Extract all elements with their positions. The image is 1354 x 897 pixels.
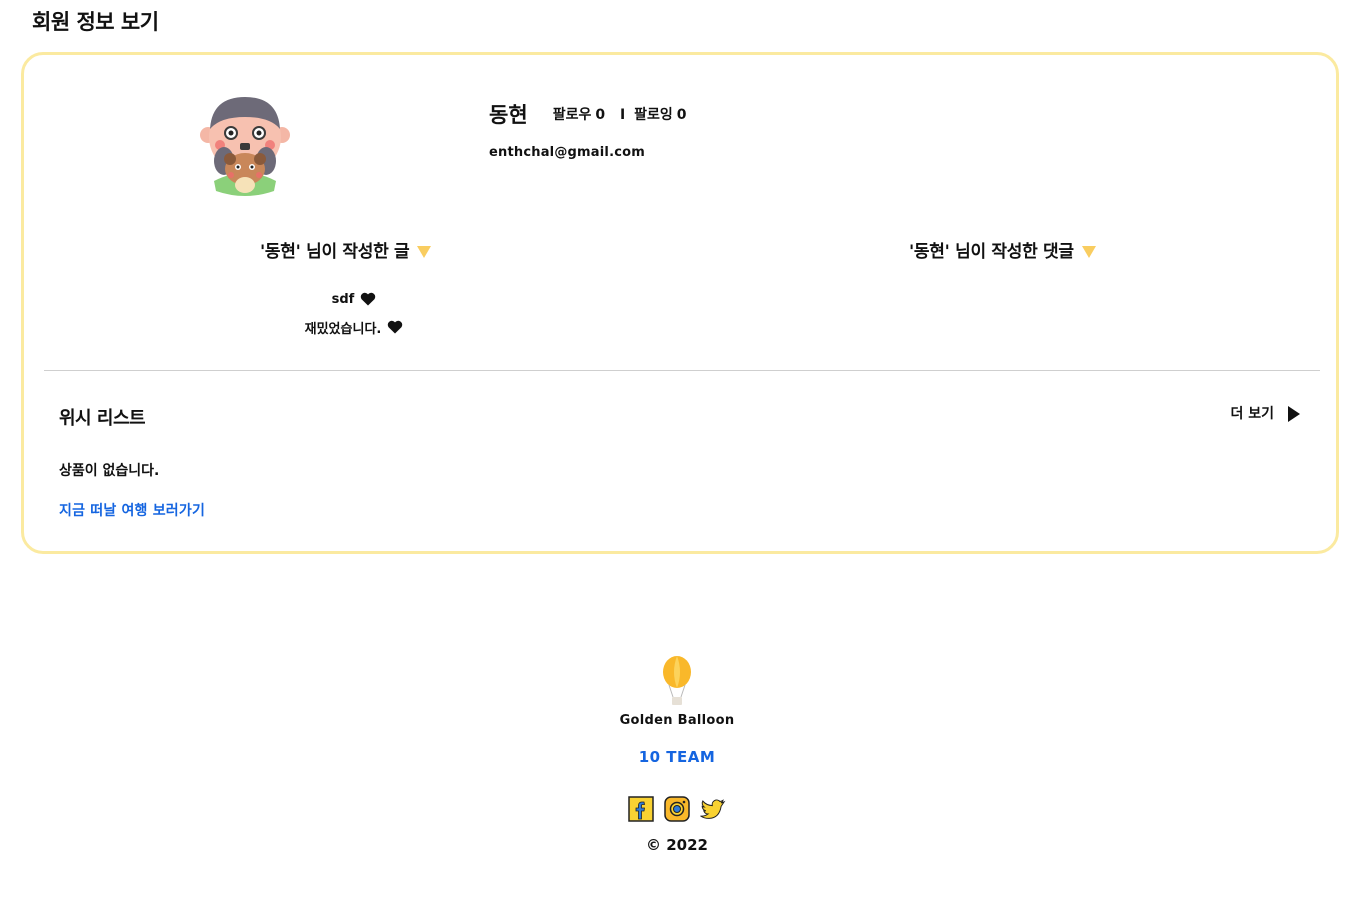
dropdown-triangle-icon[interactable] (417, 245, 432, 258)
following-count[interactable]: 0 (677, 107, 687, 123)
more-label[interactable]: 더 보기 (1230, 403, 1274, 423)
avatar (200, 97, 290, 196)
follow-stats: 팔로우 0 I 팔로잉 0 (553, 104, 691, 124)
play-arrow-icon[interactable] (1288, 406, 1300, 422)
facebook-icon[interactable] (628, 796, 654, 822)
profile-info: 동현 팔로우 0 I 팔로잉 0 enthchal@gmail.com (489, 99, 690, 160)
post-title[interactable]: sdf (332, 292, 355, 307)
heart-icon (388, 320, 403, 334)
wishlist-title: 위시 리스트 (59, 408, 146, 429)
page-title: 회원 정보 보기 (32, 10, 159, 34)
heart-icon (361, 292, 376, 306)
post-list: sdf 재밌었습니다. (204, 285, 504, 341)
section-divider (44, 370, 1320, 371)
brand-name: Golden Balloon (619, 713, 735, 728)
comments-section-header[interactable]: '동현' 님이 작성한 댓글 (909, 237, 1096, 262)
member-info-card: 동현 팔로우 0 I 팔로잉 0 enthchal@gmail.com '동현' 님… (21, 52, 1339, 554)
comments-section-title: '동현' 님이 작성한 댓글 (909, 242, 1074, 262)
user-name: 동현 (489, 103, 528, 127)
following-label[interactable]: 팔로잉 (634, 107, 673, 123)
copyright: © 2022 (646, 836, 708, 854)
follow-separator: I (620, 107, 626, 123)
posts-section-title: '동현' 님이 작성한 글 (260, 242, 410, 262)
balloon-logo-icon (663, 656, 691, 705)
dropdown-triangle-icon[interactable] (1081, 245, 1096, 258)
instagram-icon[interactable] (664, 796, 690, 822)
user-email: enthchal@gmail.com (489, 145, 645, 160)
post-title[interactable]: 재밌었습니다. (305, 318, 382, 337)
footer: Golden Balloon 10 TEAM © 2022 (0, 655, 1354, 854)
wishlist-empty-message: 상품이 없습니다. (59, 463, 160, 479)
follower-count[interactable]: 0 (595, 107, 605, 123)
posts-section-header[interactable]: '동현' 님이 작성한 글 (260, 237, 432, 262)
more-button[interactable]: 더 보기 (1230, 403, 1300, 423)
follower-label[interactable]: 팔로우 (553, 107, 592, 123)
twitter-icon[interactable] (700, 796, 726, 822)
list-item[interactable]: sdf (204, 285, 504, 313)
social-links (0, 796, 1354, 822)
team-link[interactable]: 10 TEAM (639, 748, 716, 766)
browse-trips-link[interactable]: 지금 떠날 여행 보러가기 (59, 500, 205, 520)
list-item[interactable]: 재밌었습니다. (204, 313, 504, 341)
